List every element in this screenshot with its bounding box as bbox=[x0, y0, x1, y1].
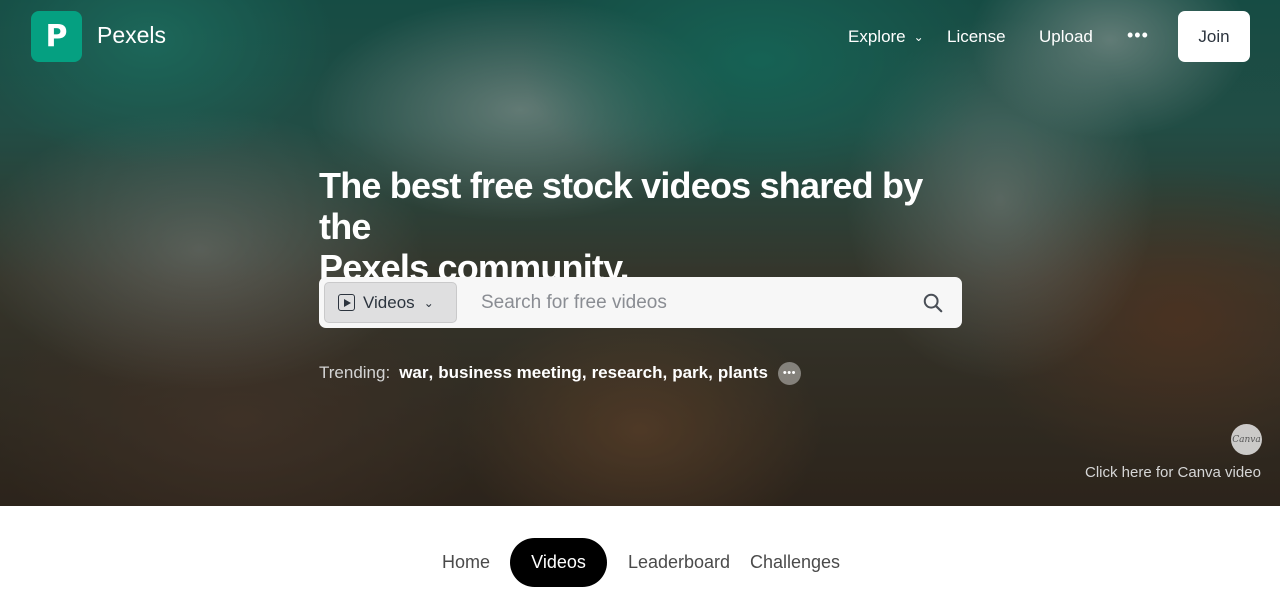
tab-videos[interactable]: Videos bbox=[510, 538, 607, 587]
trending-term[interactable]: plants bbox=[718, 363, 768, 383]
nav-explore[interactable]: Explore ⌄ bbox=[848, 24, 924, 50]
chevron-down-icon: ⌄ bbox=[423, 295, 434, 310]
pexels-logo-icon[interactable]: P bbox=[31, 11, 82, 62]
search-input[interactable] bbox=[469, 285, 909, 320]
nav-license[interactable]: License bbox=[947, 24, 1006, 50]
trending-term[interactable]: park bbox=[672, 363, 708, 383]
content-tabs: Home Videos Leaderboard Challenges bbox=[0, 506, 1280, 609]
logo-letter: P bbox=[45, 19, 68, 54]
trending-row: Trending: war, business meeting, researc… bbox=[319, 361, 801, 385]
separator: , bbox=[428, 363, 434, 382]
video-play-icon bbox=[338, 294, 355, 311]
more-trending-icon[interactable]: ••• bbox=[777, 361, 801, 385]
tab-home[interactable]: Home bbox=[430, 538, 502, 587]
search-type-dropdown[interactable]: Videos ⌄ bbox=[324, 282, 457, 323]
trending-term[interactable]: war bbox=[399, 363, 428, 383]
hero-section: P Pexels Explore ⌄ License Upload ••• Jo… bbox=[0, 0, 1280, 506]
canva-logo-icon[interactable]: Canva bbox=[1231, 424, 1262, 455]
headline-line-1: The best free stock videos shared by the bbox=[319, 165, 923, 247]
trending-label: Trending: bbox=[319, 363, 391, 382]
nav-explore-label: Explore bbox=[848, 27, 906, 46]
page-title: The best free stock videos shared by the… bbox=[319, 165, 979, 288]
canva-video-link[interactable]: Click here for Canva video bbox=[1085, 464, 1261, 481]
trending-term[interactable]: research bbox=[592, 363, 663, 383]
tab-leaderboard[interactable]: Leaderboard bbox=[620, 538, 738, 587]
search-bar: Videos ⌄ bbox=[319, 277, 962, 328]
search-icon[interactable] bbox=[922, 292, 944, 314]
join-button[interactable]: Join bbox=[1178, 11, 1250, 62]
trending-term[interactable]: business meeting bbox=[438, 363, 582, 383]
more-options-icon[interactable]: ••• bbox=[1127, 22, 1149, 48]
separator: , bbox=[708, 363, 713, 382]
chevron-down-icon: ⌄ bbox=[913, 30, 924, 44]
nav-upload[interactable]: Upload bbox=[1039, 24, 1093, 50]
separator: , bbox=[581, 363, 587, 382]
brand-name[interactable]: Pexels bbox=[97, 22, 166, 49]
separator: , bbox=[662, 363, 668, 382]
search-type-label: Videos bbox=[363, 292, 415, 312]
tab-challenges[interactable]: Challenges bbox=[745, 538, 845, 587]
